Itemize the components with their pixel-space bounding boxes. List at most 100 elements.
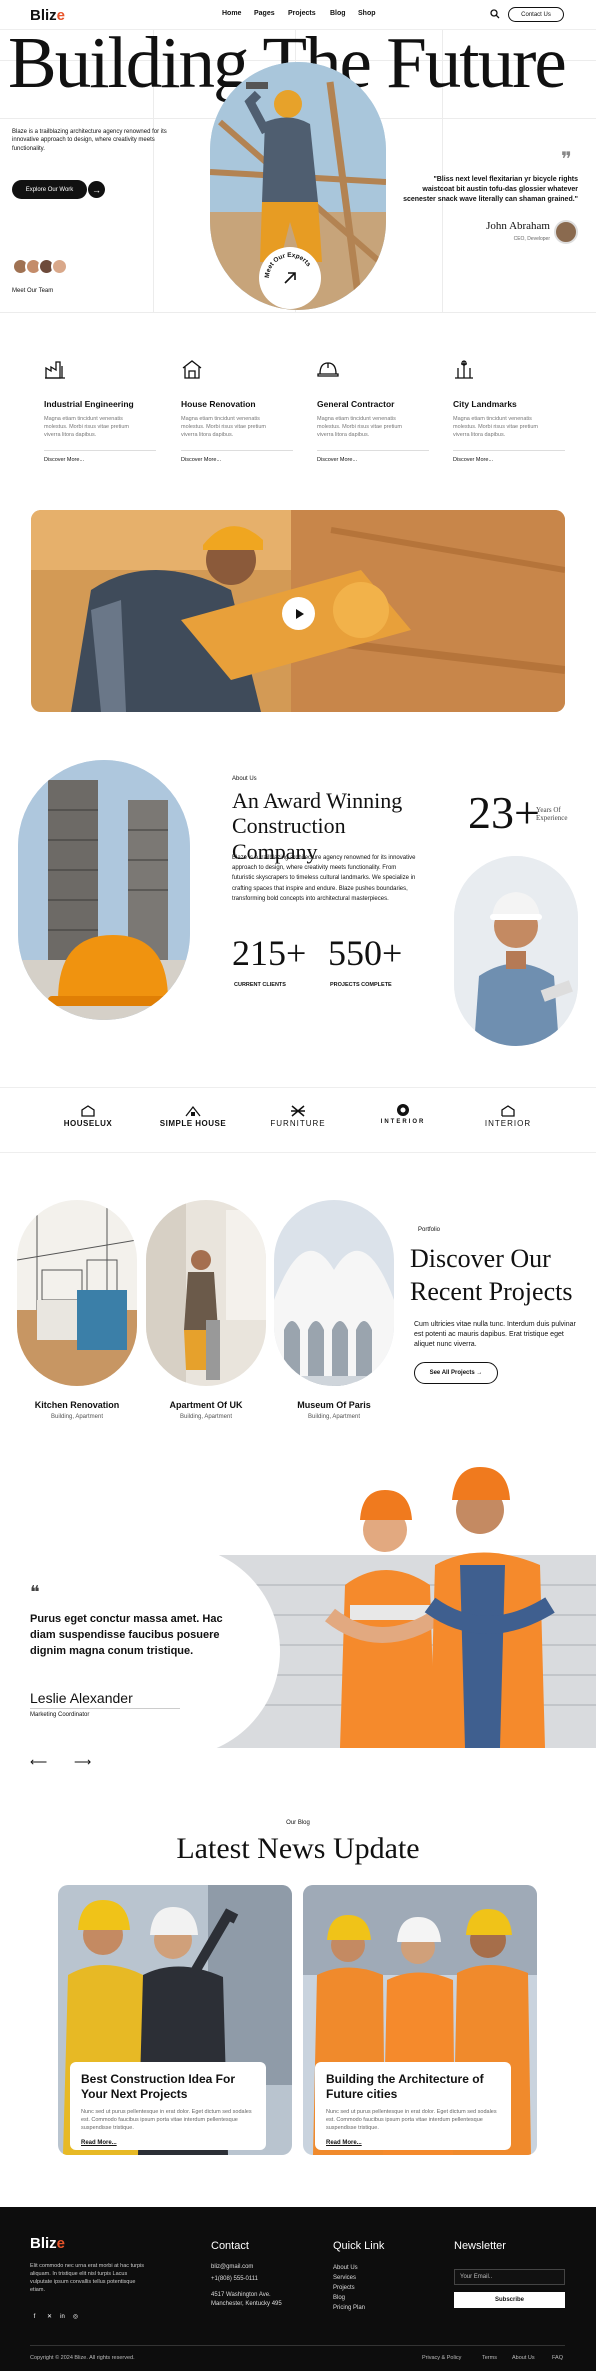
arrow-right-icon[interactable]: ⟶: [74, 1755, 91, 1769]
project-kitchen-image[interactable]: [17, 1200, 137, 1386]
service-text: Magna etiam tincidunt venenatis molestus…: [44, 416, 129, 438]
experts-badge[interactable]: Meet Our Experts: [258, 246, 322, 310]
footer-logo[interactable]: Blize: [30, 2235, 65, 2252]
years-label: Years Of Experience: [536, 806, 568, 823]
linkedin-icon[interactable]: in: [58, 2312, 67, 2321]
hero-quote-name: John Abraham: [486, 220, 550, 232]
blog-post-card: Building the Architecture of Future citi…: [315, 2062, 511, 2150]
stat-clients-value: 215+: [232, 933, 307, 973]
stat-projects-value: 550+: [328, 933, 403, 973]
footer-newsletter-heading: Newsletter: [454, 2240, 506, 2252]
testimonial-quote: Purus eget conctur massa amet. Hac diam …: [30, 1613, 223, 1657]
explore-work-button[interactable]: Explore Our Work: [12, 180, 87, 199]
avatar: [51, 258, 68, 275]
divider: [317, 449, 429, 451]
project-category: Building, Apartment: [307, 1414, 361, 1420]
service-text: Magna etiam tincidunt venenatis molestus…: [317, 416, 402, 438]
footer-link[interactable]: Blog: [333, 2295, 345, 2301]
footer-link[interactable]: Pricing Plan: [333, 2305, 365, 2311]
project-title[interactable]: Kitchen Renovation: [17, 1400, 137, 1410]
discover-more-link[interactable]: Discover More...: [44, 457, 162, 463]
nav-pages[interactable]: Pages: [254, 10, 275, 17]
nav-blog[interactable]: Blog: [330, 10, 346, 17]
read-more-link[interactable]: Read More...: [81, 2140, 255, 2146]
see-all-projects-button[interactable]: See All Projects →: [414, 1362, 498, 1384]
arrow-right-icon[interactable]: →: [88, 181, 105, 198]
footer-contact-heading: Contact: [211, 2240, 249, 2252]
hero-quote-role: CEO, Developer: [513, 236, 550, 242]
project-title[interactable]: Museum Of Paris: [274, 1400, 394, 1410]
divider: [181, 449, 293, 451]
discover-more-link[interactable]: Discover More...: [317, 457, 435, 463]
service-card: General Contractor Magna etiam tincidunt…: [317, 358, 435, 463]
home-logo-icon: [501, 1105, 515, 1117]
divider: [30, 1708, 180, 1709]
brand-name: INTERIOR: [380, 1119, 426, 1125]
about-construction-image: [18, 760, 190, 1020]
newsletter-email-input[interactable]: Your Email..: [454, 2269, 565, 2285]
service-card: City Landmarks Magna etiam tincidunt ven…: [453, 358, 571, 463]
read-more-link[interactable]: Read More...: [326, 2140, 500, 2146]
brand-logo: HOUSELUX: [43, 1103, 133, 1128]
discover-more-link[interactable]: Discover More...: [181, 457, 299, 463]
portfolio-title: Discover Our Recent Projects: [410, 1244, 573, 1307]
portfolio-description: Cum ultricies vitae nulla tunc. Interdum…: [414, 1321, 576, 1348]
footer-bottom-link[interactable]: FAQ: [552, 2355, 563, 2361]
project-category: Building, Apartment: [50, 1414, 104, 1420]
nav-shop[interactable]: Shop: [358, 10, 376, 17]
footer-phone[interactable]: +1(808) 555-0111: [211, 2276, 258, 2282]
divider: [30, 2345, 565, 2346]
blog-tag: Our Blog: [286, 1820, 310, 1826]
contact-button[interactable]: Contact Us: [508, 7, 564, 22]
hero-quote: "Bliss next level flexitarian yr bicycle…: [403, 176, 578, 203]
brand-logo: INTERIOR: [358, 1103, 448, 1125]
subscribe-button[interactable]: Subscribe: [454, 2292, 565, 2308]
arrow-left-icon[interactable]: ⟵: [30, 1755, 47, 1769]
instagram-icon[interactable]: ◎: [71, 2312, 80, 2321]
testimonial-role: Marketing Coordinator: [30, 1712, 90, 1718]
footer-link[interactable]: Projects: [333, 2285, 355, 2291]
footer-link[interactable]: Services: [333, 2275, 356, 2281]
brand-logo: INTERIOR: [463, 1103, 553, 1128]
service-text: Magna etiam tincidunt venenatis molestus…: [181, 416, 266, 438]
service-card: House Renovation Magna etiam tincidunt v…: [181, 358, 299, 463]
blog-title: Latest News Update: [176, 1832, 420, 1865]
project-title[interactable]: Apartment Of UK: [146, 1400, 266, 1410]
nav-projects[interactable]: Projects: [288, 10, 316, 17]
blog-post-title[interactable]: Building the Architecture of Future citi…: [326, 2072, 500, 2102]
years-value: 23+: [468, 787, 540, 838]
footer-links-heading: Quick Link: [333, 2240, 385, 2252]
footer-bottom-link[interactable]: About Us: [512, 2355, 535, 2361]
play-button[interactable]: [282, 597, 315, 630]
house-icon: [182, 360, 202, 379]
blog-post-title[interactable]: Best Construction Idea For Your Next Pro…: [81, 2072, 255, 2102]
about-tag: About Us: [232, 776, 257, 782]
footer-bottom-link[interactable]: Privacy & Policy: [422, 2355, 461, 2361]
see-all-projects-label: See All Projects: [429, 1370, 475, 1376]
project-apartment-image[interactable]: [146, 1200, 266, 1386]
stat-clients-label: CURRENT CLIENTS: [234, 982, 286, 988]
footer-bottom-link[interactable]: Terms: [482, 2355, 497, 2361]
blog-post-text: Nunc sed ut purus pellentesque in erat d…: [81, 2109, 252, 2131]
divider: [44, 449, 156, 451]
portfolio-tag: Portfolio: [418, 1227, 441, 1233]
service-title: City Landmarks: [453, 399, 517, 409]
project-museum-image[interactable]: [274, 1200, 394, 1386]
search-icon[interactable]: [490, 9, 500, 19]
divider: [0, 1087, 596, 1088]
facebook-icon[interactable]: f: [30, 2312, 39, 2321]
hero-description: Blaze is a trailblazing architecture age…: [12, 129, 167, 152]
nav-home[interactable]: Home: [222, 10, 241, 17]
testimonial-workers-image: [325, 1467, 555, 1748]
meet-team-label[interactable]: Meet Our Team: [12, 288, 53, 294]
footer-link[interactable]: About Us: [333, 2265, 358, 2271]
arrow-right-icon: →: [476, 1370, 483, 1376]
discover-more-link[interactable]: Discover More...: [453, 457, 571, 463]
twitter-icon[interactable]: ✕: [45, 2312, 54, 2321]
footer-email[interactable]: bliz@gmail.com: [211, 2264, 253, 2270]
play-icon: [295, 608, 304, 619]
roof-logo-icon: [185, 1105, 201, 1117]
service-card: Industrial Engineering Magna etiam tinci…: [44, 358, 162, 463]
brand-name: SIMPLE HOUSE: [159, 1119, 227, 1128]
footer-description: Elit commodo nec urna erat morbi at hac …: [30, 2263, 145, 2293]
